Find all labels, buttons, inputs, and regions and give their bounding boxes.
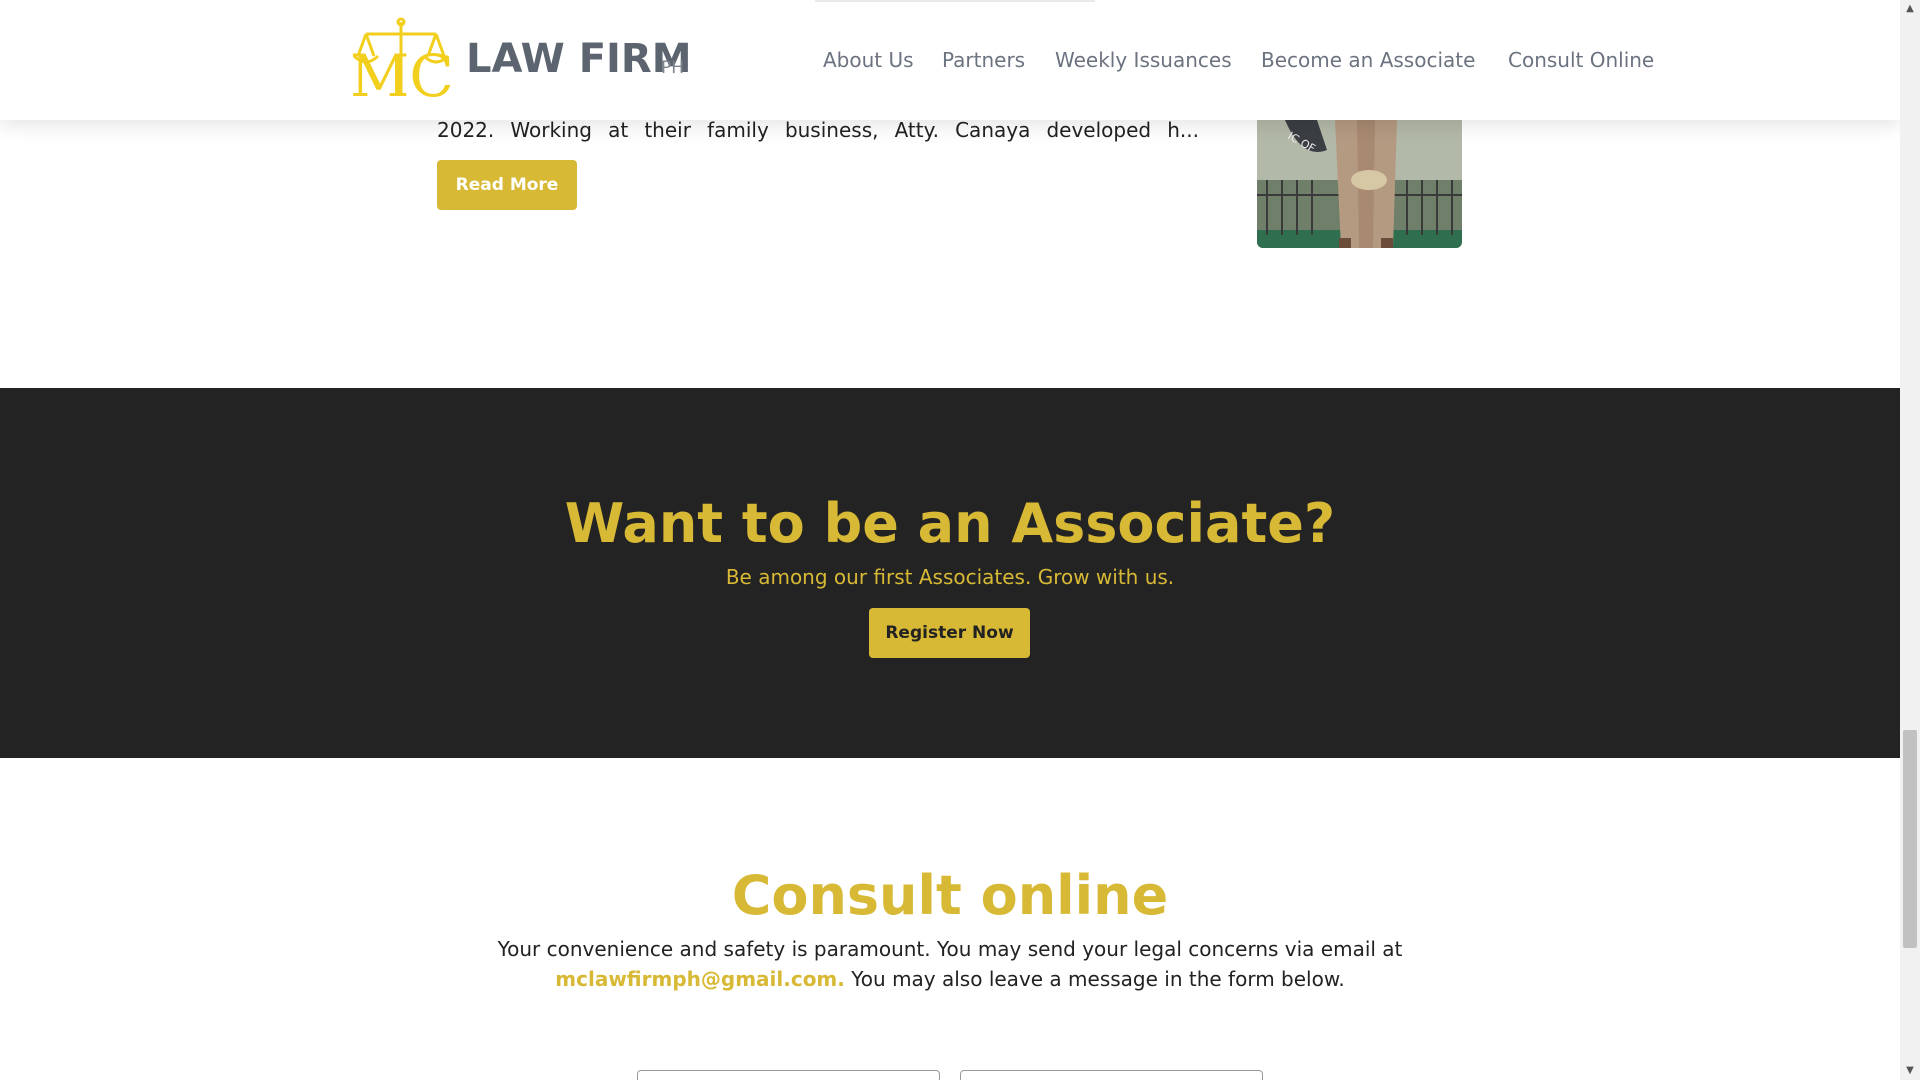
header-divider bbox=[815, 0, 1095, 2]
nav-partners[interactable]: Partners bbox=[942, 48, 1025, 72]
consult-email-link[interactable]: mclawfirmph@gmail.com. bbox=[555, 967, 845, 991]
nav-become-an-associate[interactable]: Become an Associate bbox=[1261, 48, 1475, 72]
name-input[interactable] bbox=[637, 1070, 940, 1080]
associate-photo[interactable]: IC OF bbox=[1257, 120, 1462, 248]
nav-about-us[interactable]: About Us bbox=[823, 48, 914, 72]
vertical-scrollbar[interactable]: ▲ ▼ bbox=[1900, 0, 1920, 1080]
read-more-button[interactable]: Read More bbox=[437, 160, 577, 210]
triangle-down-icon[interactable]: ▼ bbox=[1900, 1062, 1920, 1080]
associate-cta-title: Want to be an Associate? bbox=[564, 492, 1336, 555]
brand-name[interactable]: LAW FIRM bbox=[466, 36, 692, 82]
associate-cta-subtitle: Be among our first Associates. Grow with… bbox=[725, 565, 1175, 589]
brand-suffix: PH bbox=[661, 58, 685, 78]
page: 2022. Working at their family business, … bbox=[0, 0, 1900, 1080]
register-now-button[interactable]: Register Now bbox=[869, 608, 1030, 658]
consult-text-line-1: Your convenience and safety is paramount… bbox=[497, 937, 1403, 961]
nav-weekly-issuances[interactable]: Weekly Issuances bbox=[1055, 48, 1232, 72]
associate-cta-section: Want to be an Associate? Be among our fi… bbox=[0, 388, 1900, 758]
triangle-up-icon[interactable]: ▲ bbox=[1900, 0, 1920, 18]
consult-description: Your convenience and safety is paramount… bbox=[0, 934, 1900, 994]
site-header: MC LAW FIRM PH About Us Partners Weekly … bbox=[0, 0, 1900, 120]
consult-title: Consult online bbox=[731, 864, 1169, 927]
scrollbar-thumb[interactable] bbox=[1903, 730, 1917, 948]
nav-consult-online[interactable]: Consult Online bbox=[1508, 48, 1654, 72]
associate-excerpt: 2022. Working at their family business, … bbox=[437, 118, 1199, 142]
email-input[interactable] bbox=[960, 1070, 1263, 1080]
consult-text-line-2: You may also leave a message in the form… bbox=[844, 967, 1345, 991]
svg-text:MC: MC bbox=[350, 42, 454, 106]
scales-logo-icon[interactable]: MC bbox=[348, 16, 454, 106]
